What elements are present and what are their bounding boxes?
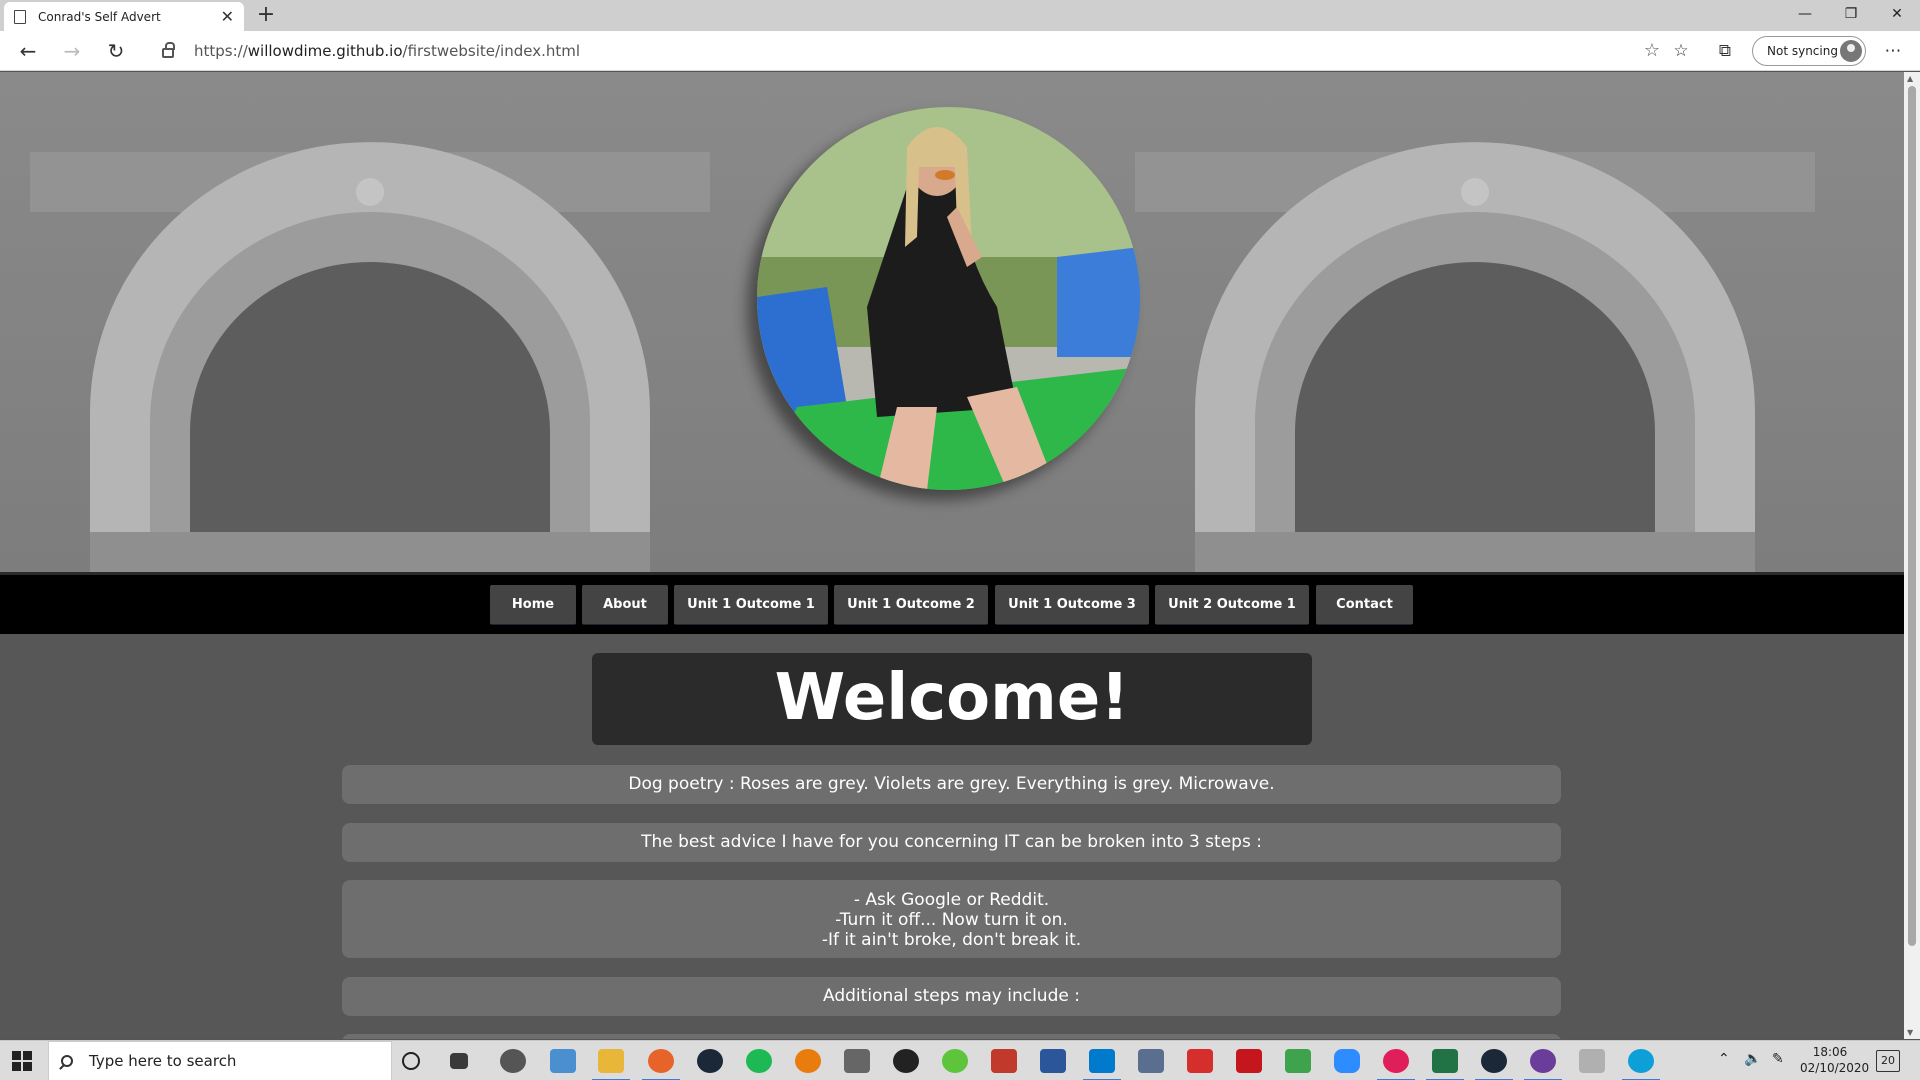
slack-icon[interactable] xyxy=(1377,1049,1415,1080)
word-icon[interactable] xyxy=(1040,1049,1066,1073)
green-hex-icon[interactable] xyxy=(1285,1049,1311,1073)
step-1-text: - Ask Google or Reddit. xyxy=(853,890,1050,910)
windows-taskbar: Type here to search ⌃ 🔈 ✎ 18:06 02/10/20… xyxy=(0,1040,1920,1080)
edge-icon[interactable] xyxy=(1622,1049,1660,1080)
dog-poetry-card: Dog poetry : Roses are grey. Violets are… xyxy=(342,765,1561,804)
additional-steps-text: Additional steps may include : xyxy=(823,986,1080,1006)
left-arch-image xyxy=(30,142,710,572)
flash-player-icon[interactable] xyxy=(1236,1049,1262,1073)
close-tab-icon[interactable]: ✕ xyxy=(221,7,234,26)
nav-about[interactable]: About xyxy=(582,585,668,625)
search-placeholder: Type here to search xyxy=(89,1052,237,1070)
red-app-icon[interactable] xyxy=(1187,1049,1213,1073)
firefox-icon[interactable] xyxy=(642,1049,680,1080)
advice-card: The best advice I have for you concernin… xyxy=(342,823,1561,862)
back-button[interactable]: ← xyxy=(12,37,44,65)
search-icon xyxy=(61,1055,73,1067)
clock[interactable]: 18:06 02/10/2020 xyxy=(1800,1044,1870,1080)
main-nav: Home About Unit 1 Outcome 1 Unit 1 Outco… xyxy=(0,572,1904,634)
search-app-icon[interactable] xyxy=(893,1049,919,1073)
avatar xyxy=(1840,40,1862,62)
flash-app-icon[interactable] xyxy=(991,1049,1017,1073)
profile-photo xyxy=(757,107,1140,490)
nav-unit1-outcome2[interactable]: Unit 1 Outcome 2 xyxy=(834,585,988,625)
inkscape-icon[interactable] xyxy=(844,1049,870,1073)
steam-icon[interactable] xyxy=(697,1049,723,1073)
clock-time: 18:06 xyxy=(1812,1045,1848,1059)
close-window-button[interactable]: ✕ xyxy=(1874,0,1920,31)
right-arch-image xyxy=(1135,142,1815,572)
tab-title: Conrad's Self Advert xyxy=(38,9,161,24)
notifications-icon[interactable]: 20 xyxy=(1876,1050,1900,1072)
nav-home[interactable]: Home xyxy=(490,585,576,625)
url-domain: willowdime.github.io xyxy=(247,42,403,60)
nav-unit1-outcome1[interactable]: Unit 1 Outcome 1 xyxy=(674,585,828,625)
scroll-up-icon[interactable]: ▲ xyxy=(1907,74,1913,83)
cortana-icon[interactable] xyxy=(402,1052,420,1070)
vscode-icon[interactable] xyxy=(1083,1049,1121,1080)
collections-icon[interactable]: ⧉ xyxy=(1712,39,1738,63)
lock-icon xyxy=(162,42,175,58)
paint-icon[interactable] xyxy=(1579,1049,1605,1073)
browser-tab-strip: Conrad's Self Advert ✕ + — ❐ ✕ xyxy=(0,0,1920,31)
more-menu-icon[interactable]: ⋯ xyxy=(1880,39,1906,63)
steam-running-icon[interactable] xyxy=(1475,1049,1513,1080)
next-card-partial xyxy=(342,1034,1561,1039)
calculator-icon[interactable] xyxy=(1138,1049,1164,1073)
page-viewport: Home About Unit 1 Outcome 1 Unit 1 Outco… xyxy=(0,72,1904,1039)
nav-unit1-outcome3[interactable]: Unit 1 Outcome 3 xyxy=(995,585,1149,625)
dog-poetry-text: Dog poetry : Roses are grey. Violets are… xyxy=(628,774,1275,794)
forward-button[interactable]: → xyxy=(56,37,88,65)
address-bar[interactable]: https://willowdime.github.io/firstwebsit… xyxy=(142,36,1672,66)
step-3-text: -If it ain't broke, don't break it. xyxy=(821,930,1082,950)
tray-chevron-icon[interactable]: ⌃ xyxy=(1718,1051,1730,1080)
welcome-heading: Welcome! xyxy=(592,653,1312,745)
spotify-icon[interactable] xyxy=(746,1049,772,1073)
purple-app-icon[interactable] xyxy=(1524,1049,1562,1080)
hero-banner xyxy=(0,72,1904,572)
sync-button[interactable]: Not syncing xyxy=(1752,36,1866,66)
advice-text: The best advice I have for you concernin… xyxy=(641,832,1262,852)
nav-unit2-outcome1[interactable]: Unit 2 Outcome 1 xyxy=(1155,585,1309,625)
additional-steps-card: Additional steps may include : xyxy=(342,977,1561,1016)
pen-icon[interactable]: ✎ xyxy=(1772,1051,1784,1080)
clock-date: 02/10/2020 xyxy=(1800,1061,1870,1075)
volume-icon[interactable]: 🔈 xyxy=(1744,1051,1761,1080)
page-scrollbar[interactable]: ▲ ▼ xyxy=(1904,72,1920,1039)
scroll-down-icon[interactable]: ▼ xyxy=(1907,1028,1913,1037)
url-prefix: https:// xyxy=(194,42,248,60)
refresh-button[interactable]: ↻ xyxy=(100,37,132,65)
restore-button[interactable]: ❐ xyxy=(1828,0,1874,31)
url-path: /firstwebsite/index.html xyxy=(402,42,581,60)
page-icon xyxy=(14,9,26,24)
browser-toolbar: ← → ↻ https://willowdime.github.io/first… xyxy=(0,31,1920,71)
favorites-icon[interactable]: ☆ xyxy=(1668,39,1694,63)
blender-icon[interactable] xyxy=(795,1049,821,1073)
browser-tab[interactable]: Conrad's Self Advert ✕ xyxy=(4,2,244,31)
scrollbar-thumb[interactable] xyxy=(1908,86,1916,946)
xbox-app-icon[interactable] xyxy=(942,1049,968,1073)
control-panel-icon[interactable] xyxy=(550,1049,576,1073)
notification-count: 20 xyxy=(1881,1054,1895,1067)
favorite-star-icon[interactable]: ☆ xyxy=(1644,40,1660,61)
step-2-text: -Turn it off... Now turn it on. xyxy=(835,910,1068,930)
nav-contact[interactable]: Contact xyxy=(1316,585,1413,625)
zoom-icon[interactable] xyxy=(1334,1049,1360,1073)
new-tab-button[interactable]: + xyxy=(252,2,280,28)
settings-gear-icon[interactable] xyxy=(500,1049,526,1073)
task-view-icon[interactable] xyxy=(450,1053,468,1069)
file-explorer-icon[interactable] xyxy=(592,1049,630,1080)
sync-label: Not syncing xyxy=(1767,44,1838,58)
steps-card: - Ask Google or Reddit. -Turn it off... … xyxy=(342,880,1561,958)
spreadsheet-icon[interactable] xyxy=(1426,1049,1464,1080)
windows-start-icon[interactable] xyxy=(12,1051,32,1071)
taskbar-search[interactable]: Type here to search xyxy=(48,1041,392,1080)
minimize-button[interactable]: — xyxy=(1782,0,1828,31)
